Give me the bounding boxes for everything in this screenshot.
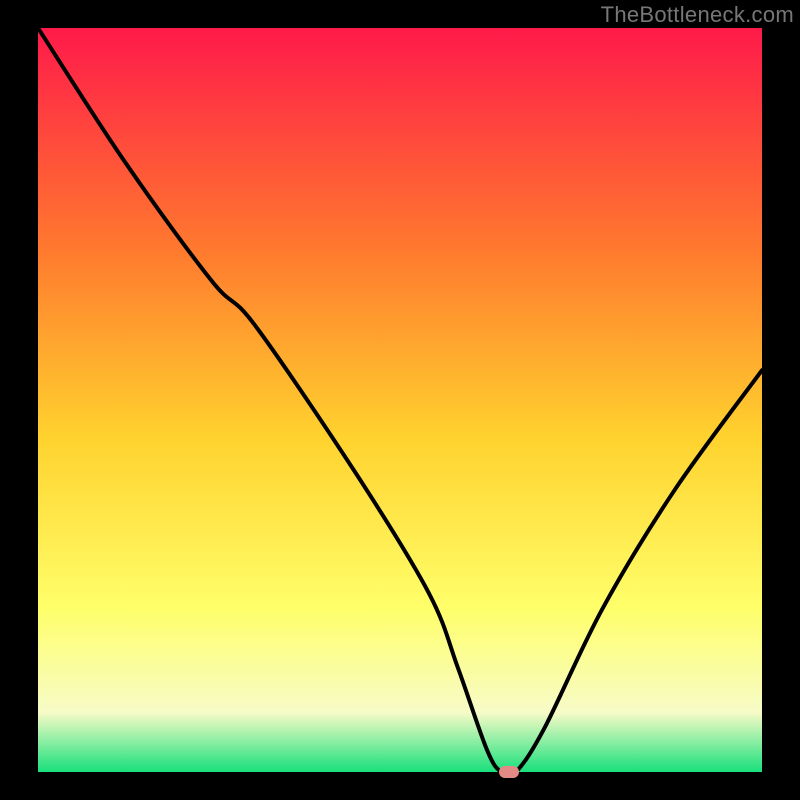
optimal-marker: [499, 766, 519, 778]
watermark-text: TheBottleneck.com: [601, 2, 794, 28]
gradient-background: [38, 28, 762, 772]
chart-frame: TheBottleneck.com: [0, 0, 800, 800]
plot-area: [38, 28, 762, 772]
chart-svg: [38, 28, 762, 772]
